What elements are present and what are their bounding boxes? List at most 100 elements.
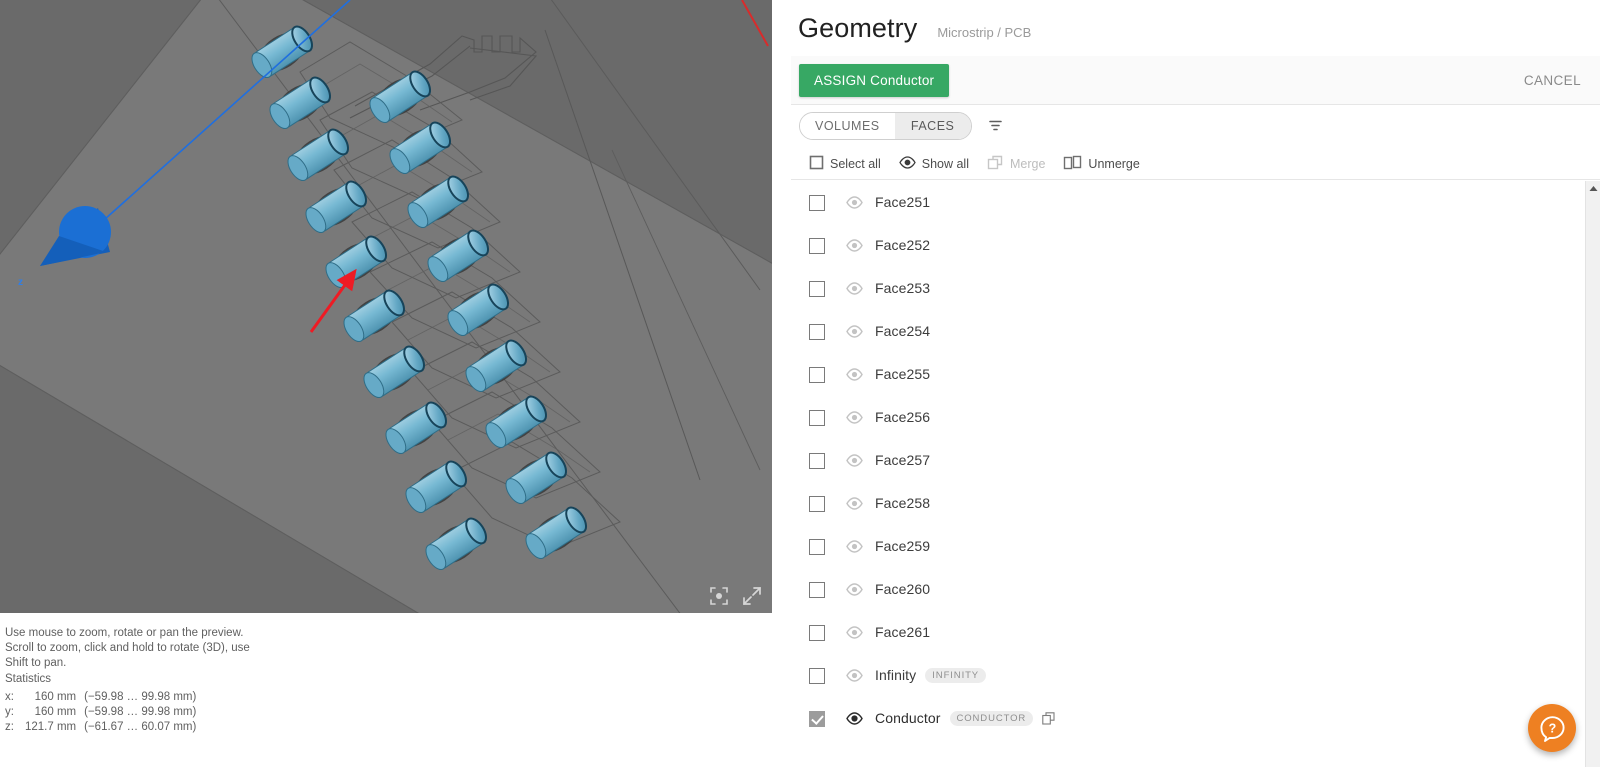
list-scrollbar[interactable]: [1585, 181, 1600, 767]
eye-hidden-icon[interactable]: [837, 325, 875, 338]
row-checkbox[interactable]: [809, 625, 837, 641]
row-label: Face258: [875, 495, 930, 511]
eye-hidden-icon[interactable]: [837, 454, 875, 467]
row-tag-badge: CONDUCTOR: [950, 711, 1034, 726]
stats-row-y: y: 160 mm (−59.98 … 99.98 mm): [5, 705, 196, 720]
eye-hidden-icon[interactable]: [837, 497, 875, 510]
hint-line-2: Scroll to zoom, click and hold to rotate…: [5, 641, 425, 656]
list-item[interactable]: Face252: [791, 224, 1586, 267]
row-label-wrap: Face254: [875, 323, 930, 341]
preview-column: z: [0, 0, 790, 767]
unmerge-button[interactable]: Unmerge: [1063, 155, 1139, 173]
row-label: Face259: [875, 538, 930, 554]
properties-panel: Geometry Microstrip / PCB ASSIGN Conduct…: [790, 0, 1600, 767]
row-label-wrap: Face258: [875, 495, 930, 513]
row-checkbox[interactable]: [809, 582, 837, 598]
list-item[interactable]: Face260: [791, 568, 1586, 611]
row-checkbox[interactable]: [809, 668, 837, 684]
row-label-wrap: Face261: [875, 624, 930, 642]
stats-range-x: (−59.98 … 99.98 mm): [84, 690, 196, 705]
row-label-wrap: Face253: [875, 280, 930, 298]
list-item[interactable]: Face251: [791, 181, 1586, 224]
svg-text:?: ?: [1548, 721, 1556, 735]
stats-axis-x: x:: [5, 690, 25, 705]
eye-icon: [899, 156, 916, 172]
row-label-wrap: Face255: [875, 366, 930, 384]
list-item[interactable]: ConductorCONDUCTOR: [791, 697, 1586, 740]
row-label: Face257: [875, 452, 930, 468]
eye-hidden-icon[interactable]: [837, 540, 875, 553]
3d-viewport[interactable]: z: [0, 0, 772, 613]
list-item[interactable]: Face258: [791, 482, 1586, 525]
row-checkbox[interactable]: [809, 367, 837, 383]
eye-hidden-icon[interactable]: [837, 669, 875, 682]
breadcrumb: Microstrip / PCB: [937, 17, 1031, 40]
row-checkbox[interactable]: [809, 195, 837, 211]
statistics-table: x: 160 mm (−59.98 … 99.98 mm) y: 160 mm …: [5, 690, 196, 735]
row-label: Face252: [875, 237, 930, 253]
filter-button[interactable]: [984, 114, 1008, 138]
row-checkbox[interactable]: [809, 238, 837, 254]
row-checkbox[interactable]: [809, 453, 837, 469]
eye-hidden-icon[interactable]: [837, 368, 875, 381]
row-label: Face253: [875, 280, 930, 296]
list-item[interactable]: Face259: [791, 525, 1586, 568]
stats-value-z: 121.7 mm: [25, 720, 84, 735]
stats-range-z: (−61.67 … 60.07 mm): [84, 720, 196, 735]
hint-line-1: Use mouse to zoom, rotate or pan the pre…: [5, 626, 425, 641]
duplicate-icon[interactable]: [1042, 712, 1055, 725]
list-item[interactable]: Face257: [791, 439, 1586, 482]
list-item[interactable]: Face254: [791, 310, 1586, 353]
eye-hidden-icon[interactable]: [837, 239, 875, 252]
tab-faces[interactable]: FACES: [895, 113, 971, 139]
viewport-hint-text: Use mouse to zoom, rotate or pan the pre…: [5, 626, 425, 671]
stats-value-x: 160 mm: [25, 690, 84, 705]
scroll-up-arrow-icon[interactable]: [1586, 181, 1600, 196]
row-checkbox[interactable]: [809, 281, 837, 297]
show-all-button[interactable]: Show all: [899, 156, 969, 172]
assign-conductor-button[interactable]: ASSIGN Conductor: [799, 64, 949, 97]
row-label-wrap: Face257: [875, 452, 930, 470]
row-checkbox[interactable]: [809, 324, 837, 340]
eye-hidden-icon[interactable]: [837, 411, 875, 424]
eye-visible-icon[interactable]: [837, 712, 875, 725]
expand-icon[interactable]: [741, 585, 763, 607]
unmerge-label: Unmerge: [1088, 157, 1139, 171]
3d-scene: z: [0, 0, 772, 613]
eye-hidden-icon[interactable]: [837, 626, 875, 639]
page-title: Geometry: [798, 13, 917, 44]
row-label: Face256: [875, 409, 930, 425]
list-item[interactable]: Face253: [791, 267, 1586, 310]
row-checkbox[interactable]: [809, 539, 837, 555]
row-checkbox[interactable]: [809, 410, 837, 426]
tab-volumes[interactable]: VOLUMES: [800, 113, 895, 139]
list-toolbar: Select all Show all Me: [791, 148, 1600, 180]
unmerge-icon: [1063, 155, 1082, 173]
panel-header: Geometry Microstrip / PCB: [791, 0, 1600, 56]
help-button[interactable]: ?: [1528, 704, 1576, 752]
eye-hidden-icon[interactable]: [837, 196, 875, 209]
eye-hidden-icon[interactable]: [837, 583, 875, 596]
stats-value-y: 160 mm: [25, 705, 84, 720]
filter-icon: [987, 117, 1004, 134]
hint-line-3: Shift to pan.: [5, 656, 425, 671]
stats-axis-z: z:: [5, 720, 25, 735]
merge-button: Merge: [987, 155, 1045, 173]
stats-range-y: (−59.98 … 99.98 mm): [84, 705, 196, 720]
list-item[interactable]: InfinityINFINITY: [791, 654, 1586, 697]
row-label-wrap: Face259: [875, 538, 930, 556]
row-checkbox[interactable]: [809, 496, 837, 512]
entity-type-segmented-control[interactable]: VOLUMES FACES: [799, 112, 972, 140]
list-item[interactable]: Face256: [791, 396, 1586, 439]
entity-list[interactable]: Face251 Face252 Face253 Face254 Face255 Face2…: [791, 181, 1586, 767]
focus-icon[interactable]: [708, 585, 730, 607]
select-all-button[interactable]: Select all: [809, 155, 881, 173]
row-label-wrap: Face252: [875, 237, 930, 255]
merge-label: Merge: [1010, 157, 1045, 171]
row-checkbox[interactable]: [809, 711, 837, 727]
eye-hidden-icon[interactable]: [837, 282, 875, 295]
cancel-button[interactable]: CANCEL: [1514, 65, 1591, 96]
row-label-wrap: Face256: [875, 409, 930, 427]
list-item[interactable]: Face261: [791, 611, 1586, 654]
list-item[interactable]: Face255: [791, 353, 1586, 396]
